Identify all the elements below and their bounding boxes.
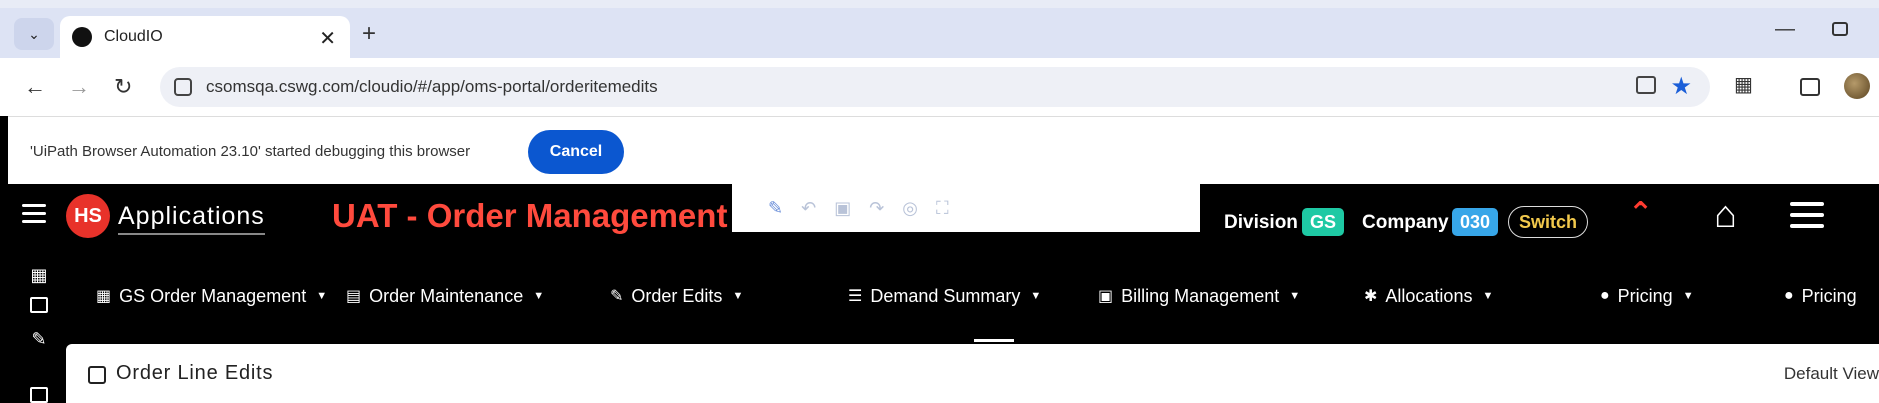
nav-label: Demand Summary (870, 285, 1021, 306)
side-panel-icon[interactable] (1800, 78, 1820, 96)
caret-down-icon: ▼ (533, 290, 545, 302)
reload-icon[interactable]: ↻ (114, 74, 132, 100)
caret-down-icon: ▼ (1682, 290, 1694, 302)
caret-down-icon: ▼ (1289, 290, 1301, 302)
card-icon: ▣ (1098, 288, 1114, 305)
save-icon[interactable]: ▣ (834, 198, 851, 219)
nav-label: Pricing (1617, 285, 1673, 306)
rail-card-icon[interactable] (28, 384, 50, 403)
nav-allocations[interactable]: ✱ Allocations ▼ (1364, 278, 1493, 314)
switch-button[interactable]: Switch (1508, 206, 1589, 238)
nav-label: Pricing (1801, 285, 1857, 306)
back-arrow-icon[interactable]: ← (24, 74, 46, 100)
content-panel: Order Line Edits Default View (66, 344, 1879, 403)
nav-order-edits[interactable]: ✎ Order Edits ▼ (610, 278, 743, 314)
dollar-icon: ● (1784, 287, 1794, 304)
caret-down-icon: ▼ (316, 290, 328, 302)
minimize-icon[interactable]: — (1775, 18, 1795, 41)
logo-text: Applications (118, 202, 265, 235)
caret-down-icon: ▼ (732, 290, 744, 302)
fullscreen-icon[interactable]: ⛶ (936, 198, 949, 219)
redo-icon[interactable]: ↷ (869, 198, 884, 219)
close-icon[interactable]: ✕ (319, 26, 336, 51)
install-app-icon[interactable] (1636, 76, 1656, 94)
hamburger-menu-icon[interactable] (22, 204, 46, 224)
nav-label: Billing Management (1121, 285, 1280, 306)
main-menu-icon[interactable] (1790, 202, 1824, 235)
debug-message: 'UiPath Browser Automation 23.10' starte… (30, 143, 471, 160)
grid-icon: ▦ (96, 288, 112, 305)
double-chevron-up-icon[interactable]: ⌃ (1628, 196, 1653, 231)
address-bar[interactable]: csomsqa.cswg.com/cloudio/#/app/oms-porta… (160, 67, 1710, 107)
nav-order-maintenance[interactable]: ▤ Order Maintenance ▼ (346, 278, 544, 314)
division-label: Division (1224, 212, 1298, 233)
chevron-down-icon: ⌄ (28, 25, 40, 42)
asterisk-icon: ✱ (1364, 288, 1378, 305)
division-badge: GS (1302, 208, 1345, 236)
site-info-icon[interactable] (174, 78, 192, 96)
rail-edit-icon[interactable]: ✎ (28, 328, 50, 350)
nav-pricing[interactable]: ● Pricing ▼ (1600, 278, 1694, 314)
nav-label: Allocations (1385, 285, 1473, 306)
tab-strip-top (0, 0, 1879, 8)
bookmark-star-icon[interactable]: ★ (1670, 72, 1692, 101)
edit-icon: ✎ (610, 288, 624, 305)
edit-pencil-icon[interactable]: ✎ (768, 198, 783, 219)
app-container: HS Applications UAT - Order Management ✎… (8, 184, 1879, 403)
dollar-icon: ● (1600, 287, 1610, 304)
caret-down-icon: ▼ (1030, 290, 1042, 302)
document-icon: ▤ (346, 288, 362, 305)
undo-icon[interactable]: ↶ (801, 198, 816, 219)
caret-down-icon: ▼ (1482, 290, 1494, 302)
url-text[interactable]: csomsqa.cswg.com/cloudio/#/app/oms-porta… (206, 77, 658, 97)
nav-label: Order Maintenance (369, 285, 524, 306)
hide-eye-icon[interactable]: ◎ (902, 198, 918, 219)
cloudio-favicon-icon (72, 27, 92, 47)
tab-title: CloudIO (104, 28, 163, 45)
nav-label: Order Edits (631, 285, 723, 306)
nav-label: GS Order Management (119, 285, 307, 306)
nav-demand-summary[interactable]: ☰ Demand Summary ▼ (848, 278, 1041, 314)
nav-billing-management[interactable]: ▣ Billing Management ▼ (1098, 278, 1300, 314)
company-label: Company (1362, 212, 1449, 233)
extensions-puzzle-icon[interactable]: ▦ (1734, 72, 1753, 97)
main-nav: ▦ GS Order Management ▼ ▤ Order Maintena… (8, 278, 1879, 314)
page-title: Order Line Edits (116, 362, 274, 384)
tab-search-button[interactable]: ⌄ (14, 18, 54, 50)
app-title: UAT - Order Management (332, 197, 728, 234)
browser-toolbar: ← → ↻ csomsqa.cswg.com/cloudio/#/app/oms… (0, 58, 1879, 116)
forward-arrow-icon[interactable]: → (68, 74, 90, 100)
edit-icon (88, 366, 106, 384)
edit-toolbar: ✎ ↶ ▣ ↷ ◎ ⛶ (732, 184, 1200, 232)
browser-tab[interactable]: CloudIO ✕ (60, 16, 350, 58)
view-selector[interactable]: Default View (1784, 364, 1879, 384)
new-tab-button[interactable]: + (362, 20, 376, 48)
nav-pricing-2[interactable]: ● Pricing (1784, 278, 1857, 314)
profile-avatar[interactable] (1844, 73, 1870, 99)
restore-icon[interactable] (1832, 22, 1848, 36)
company-badge: 030 (1452, 208, 1499, 236)
list-icon: ☰ (848, 288, 863, 305)
nav-gs-order-management[interactable]: ▦ GS Order Management ▼ (96, 278, 327, 314)
browser-tab-strip: ⌄ CloudIO ✕ + — (0, 0, 1879, 58)
home-icon[interactable]: ⌂ (1714, 194, 1737, 237)
debug-infobar: 'UiPath Browser Automation 23.10' starte… (8, 116, 1879, 184)
cancel-debug-button[interactable]: Cancel (528, 130, 624, 174)
nav-active-indicator (974, 339, 1014, 342)
company-logo-icon: HS (66, 194, 110, 238)
